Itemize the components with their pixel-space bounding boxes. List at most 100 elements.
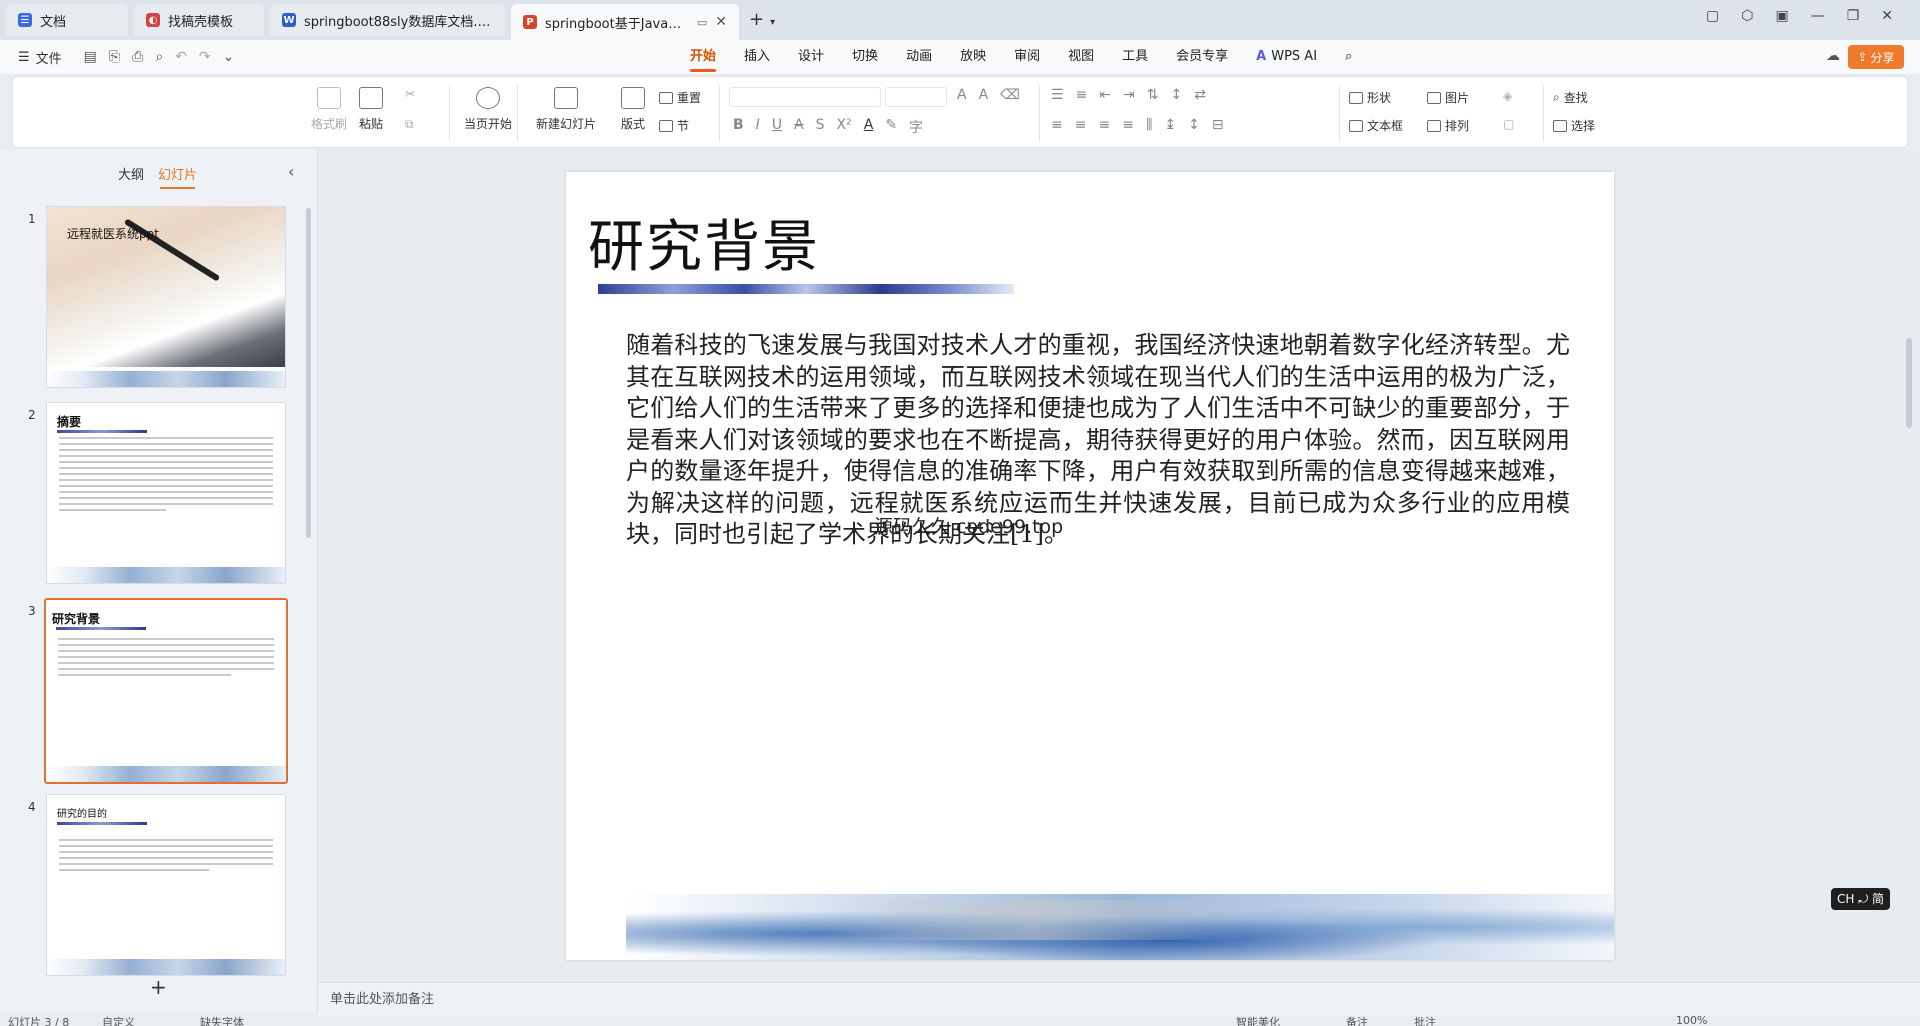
notes-area[interactable]: 单击此处添加备注 bbox=[318, 982, 1920, 1016]
font-size-select[interactable] bbox=[885, 87, 947, 107]
close-window-icon[interactable]: ✕ bbox=[1881, 8, 1893, 24]
zoom-level[interactable]: 100% bbox=[1676, 1016, 1707, 1026]
close-tab-icon[interactable]: ✕ bbox=[715, 14, 727, 30]
section-button[interactable]: 节 bbox=[659, 117, 689, 134]
comments-toggle[interactable]: 批注 bbox=[1414, 1016, 1436, 1026]
reset-button[interactable]: 重置 bbox=[659, 89, 701, 106]
theme-name[interactable]: 自定义 bbox=[102, 1016, 135, 1026]
copy-icon[interactable]: ⧉ bbox=[405, 117, 414, 132]
arrange-button[interactable]: 排列 bbox=[1427, 117, 1469, 134]
tab-word-doc[interactable]: W springboot88sly数据库文档.doc bbox=[270, 4, 505, 36]
char-spacing-icon[interactable]: 字 bbox=[909, 117, 923, 137]
fill-icon[interactable]: ◈ bbox=[1503, 89, 1512, 103]
shadow-icon[interactable]: S bbox=[816, 117, 825, 137]
select-button[interactable]: 选择 bbox=[1553, 117, 1595, 134]
sort-icon[interactable]: ↕ bbox=[1171, 87, 1183, 103]
tab-slides[interactable]: 幻灯片 bbox=[158, 164, 197, 189]
cube-icon[interactable]: ⬡ bbox=[1741, 8, 1753, 24]
increase-indent-icon[interactable]: ⇥ bbox=[1123, 87, 1135, 103]
avatar[interactable]: ▣ bbox=[1775, 8, 1788, 24]
collapse-panel-icon[interactable]: ‹ bbox=[288, 162, 294, 181]
convert-icon[interactable]: ⇄ bbox=[1194, 87, 1206, 103]
maximize-icon[interactable]: ❐ bbox=[1847, 8, 1860, 24]
cloud-upload-icon[interactable]: ☁ bbox=[1826, 48, 1840, 64]
menu-animation[interactable]: 动画 bbox=[892, 40, 946, 74]
menu-insert[interactable]: 插入 bbox=[730, 40, 784, 74]
share-button[interactable]: ⇪ 分享 bbox=[1848, 45, 1904, 69]
menu-home[interactable]: 开始 bbox=[676, 40, 730, 74]
highlight-icon[interactable]: ✎ bbox=[885, 117, 897, 137]
ime-indicator[interactable]: CH ⤾ 简 bbox=[1831, 888, 1891, 910]
bullets-icon[interactable]: ☰ bbox=[1051, 87, 1064, 103]
menu-member[interactable]: 会员专享 bbox=[1162, 40, 1242, 74]
play-current-button[interactable]: 当页开始 bbox=[445, 87, 531, 132]
textbox-button[interactable]: 文本框 bbox=[1349, 117, 1403, 134]
slide-body-text[interactable]: 随着科技的飞速发展与我国对技术人才的重视，我国经济快速地朝着数字化经济转型。尤其… bbox=[626, 330, 1570, 551]
tab-ppt-active[interactable]: P springboot基于Java的远程 ▭ ✕ bbox=[511, 4, 739, 40]
align-right-icon[interactable]: ≡ bbox=[1098, 117, 1110, 133]
menu-transition[interactable]: 切换 bbox=[838, 40, 892, 74]
align-center-icon[interactable]: ≡ bbox=[1075, 117, 1087, 133]
slide-title[interactable]: 研究背景 bbox=[588, 202, 820, 283]
search-icon[interactable]: ⌕ bbox=[1331, 40, 1366, 74]
print-icon[interactable]: ⎙ bbox=[132, 49, 143, 65]
decrease-font-icon[interactable]: A bbox=[979, 87, 989, 103]
new-tab-icon[interactable]: + bbox=[749, 9, 764, 30]
font-family-select[interactable] bbox=[729, 87, 881, 107]
export-icon[interactable]: ⎘ bbox=[109, 49, 120, 65]
align-left-icon[interactable]: ≡ bbox=[1051, 117, 1063, 133]
add-slide-icon[interactable]: + bbox=[150, 975, 167, 999]
paragraph-spacing-icon[interactable]: ↕ bbox=[1188, 117, 1200, 133]
slide-thumbnail-1[interactable]: 远程就医系统ppt bbox=[46, 206, 286, 388]
menu-tools[interactable]: 工具 bbox=[1108, 40, 1162, 74]
line-spacing-icon[interactable]: ↨ bbox=[1164, 117, 1176, 133]
canvas-scrollbar[interactable] bbox=[1906, 338, 1912, 428]
menu-slideshow[interactable]: 放映 bbox=[946, 40, 1000, 74]
restore-layout-icon[interactable]: ▢ bbox=[1706, 8, 1719, 24]
font-color-icon[interactable]: A bbox=[864, 117, 874, 137]
shape-button[interactable]: 形状 bbox=[1349, 89, 1391, 106]
menu-design[interactable]: 设计 bbox=[784, 40, 838, 74]
italic-icon[interactable]: I bbox=[756, 117, 760, 137]
current-slide[interactable]: 研究背景 随着科技的飞速发展与我国对技术人才的重视，我国经济快速地朝着数字化经济… bbox=[566, 172, 1614, 960]
strikethrough-icon[interactable]: A bbox=[794, 117, 804, 137]
wps-ai-button[interactable]: A WPS AI bbox=[1242, 40, 1331, 74]
tab-template[interactable]: ◐ 找稿壳模板 bbox=[134, 4, 264, 36]
clear-format-icon[interactable]: ⌫ bbox=[1000, 87, 1020, 103]
minimize-icon[interactable]: — bbox=[1811, 8, 1825, 24]
find-button[interactable]: ⌕ 查找 bbox=[1553, 89, 1588, 106]
notes-toggle[interactable]: 备注 bbox=[1346, 1016, 1368, 1026]
outline-icon[interactable]: ▢ bbox=[1503, 117, 1514, 131]
paste-button[interactable]: 粘贴 bbox=[359, 87, 383, 132]
menu-review[interactable]: 审阅 bbox=[1000, 40, 1054, 74]
new-slide-button[interactable]: 新建幻灯片 bbox=[529, 87, 603, 132]
panel-scrollbar[interactable] bbox=[306, 208, 311, 538]
columns-icon[interactable]: ⫼ bbox=[1146, 117, 1152, 133]
missing-font[interactable]: 缺失字体 bbox=[200, 1016, 244, 1026]
redo-icon[interactable]: ↷ bbox=[199, 49, 211, 65]
save-icon[interactable]: ▤ bbox=[84, 49, 97, 65]
superscript-icon[interactable]: X² bbox=[837, 117, 852, 137]
undo-icon[interactable]: ↶ bbox=[175, 49, 187, 65]
file-menu[interactable]: ☰ 文件 bbox=[18, 48, 62, 67]
slide-thumbnail-2[interactable]: 摘要 bbox=[46, 402, 286, 584]
text-direction-icon[interactable]: ⇅ bbox=[1147, 87, 1159, 103]
tab-outline[interactable]: 大纲 bbox=[118, 164, 144, 183]
justify-icon[interactable]: ≡ bbox=[1122, 117, 1134, 133]
numbering-icon[interactable]: ≡ bbox=[1076, 87, 1088, 103]
underline-icon[interactable]: U bbox=[772, 117, 782, 137]
cut-icon[interactable]: ✂ bbox=[405, 87, 415, 101]
tab-docs[interactable]: ☰ 文档 bbox=[6, 4, 128, 36]
decrease-indent-icon[interactable]: ⇤ bbox=[1099, 87, 1111, 103]
format-painter-button[interactable]: 格式刷 bbox=[311, 87, 347, 132]
menu-view[interactable]: 视图 bbox=[1054, 40, 1108, 74]
chevron-down-icon[interactable]: ▾ bbox=[770, 17, 775, 28]
increase-font-icon[interactable]: A bbox=[957, 87, 967, 103]
bold-icon[interactable]: B bbox=[733, 117, 744, 137]
chevron-down-icon[interactable]: ⌄ bbox=[223, 49, 235, 65]
print-preview-icon[interactable]: ⌕ bbox=[155, 49, 163, 65]
slide-thumbnail-3[interactable]: 研究背景 bbox=[44, 598, 288, 784]
layout-button[interactable]: 版式 bbox=[611, 87, 655, 132]
smart-beautify[interactable]: 智能美化 bbox=[1236, 1016, 1280, 1026]
slide-thumbnail-4[interactable]: 研究的目的 bbox=[46, 794, 286, 976]
